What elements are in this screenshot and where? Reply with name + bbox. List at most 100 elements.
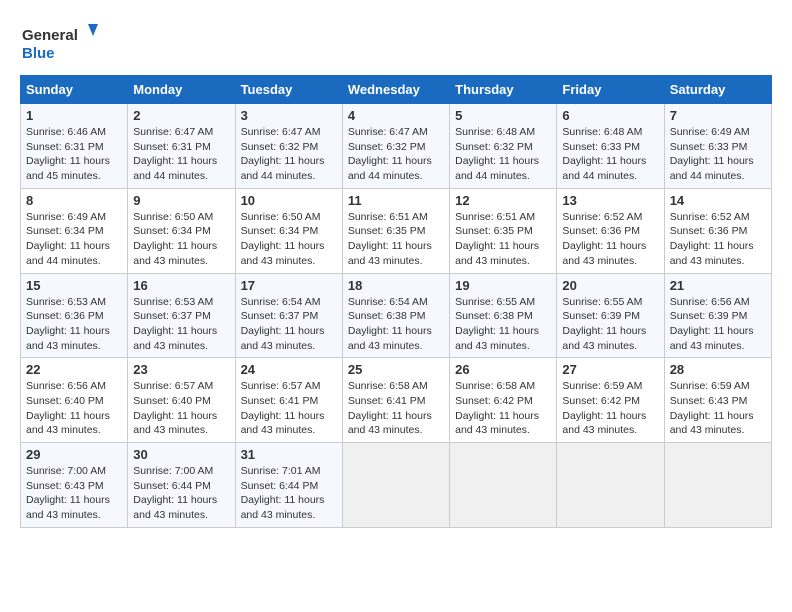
calendar-cell: 4 Sunrise: 6:47 AM Sunset: 6:32 PM Dayli… xyxy=(342,104,449,189)
sunset-label: Sunset: 6:34 PM xyxy=(241,225,319,237)
day-number: 12 xyxy=(455,193,551,208)
daylight-label: Daylight: 11 hours and 43 minutes. xyxy=(133,494,217,521)
daylight-label: Daylight: 11 hours and 43 minutes. xyxy=(562,410,646,437)
calendar-cell: 6 Sunrise: 6:48 AM Sunset: 6:33 PM Dayli… xyxy=(557,104,664,189)
day-info: Sunrise: 6:48 AM Sunset: 6:33 PM Dayligh… xyxy=(562,125,658,184)
sunset-label: Sunset: 6:35 PM xyxy=(348,225,426,237)
day-number: 3 xyxy=(241,108,337,123)
calendar-cell: 26 Sunrise: 6:58 AM Sunset: 6:42 PM Dayl… xyxy=(450,358,557,443)
daylight-label: Daylight: 11 hours and 44 minutes. xyxy=(26,240,110,267)
calendar-cell: 16 Sunrise: 6:53 AM Sunset: 6:37 PM Dayl… xyxy=(128,273,235,358)
day-info: Sunrise: 6:54 AM Sunset: 6:37 PM Dayligh… xyxy=(241,295,337,354)
daylight-label: Daylight: 11 hours and 44 minutes. xyxy=(455,155,539,182)
logo: General Blue xyxy=(20,20,100,65)
sunset-label: Sunset: 6:34 PM xyxy=(133,225,211,237)
calendar-cell: 31 Sunrise: 7:01 AM Sunset: 6:44 PM Dayl… xyxy=(235,443,342,528)
calendar-cell: 30 Sunrise: 7:00 AM Sunset: 6:44 PM Dayl… xyxy=(128,443,235,528)
day-number: 15 xyxy=(26,278,122,293)
day-info: Sunrise: 6:51 AM Sunset: 6:35 PM Dayligh… xyxy=(348,210,444,269)
day-number: 9 xyxy=(133,193,229,208)
day-number: 22 xyxy=(26,362,122,377)
sunrise-label: Sunrise: 6:53 AM xyxy=(133,296,213,308)
day-info: Sunrise: 6:51 AM Sunset: 6:35 PM Dayligh… xyxy=(455,210,551,269)
col-header-tuesday: Tuesday xyxy=(235,76,342,104)
day-number: 29 xyxy=(26,447,122,462)
calendar-cell xyxy=(557,443,664,528)
calendar-cell: 24 Sunrise: 6:57 AM Sunset: 6:41 PM Dayl… xyxy=(235,358,342,443)
sunrise-label: Sunrise: 6:55 AM xyxy=(455,296,535,308)
calendar-cell: 17 Sunrise: 6:54 AM Sunset: 6:37 PM Dayl… xyxy=(235,273,342,358)
day-info: Sunrise: 6:47 AM Sunset: 6:32 PM Dayligh… xyxy=(241,125,337,184)
daylight-label: Daylight: 11 hours and 43 minutes. xyxy=(348,410,432,437)
sunrise-label: Sunrise: 6:48 AM xyxy=(455,126,535,138)
calendar-cell: 23 Sunrise: 6:57 AM Sunset: 6:40 PM Dayl… xyxy=(128,358,235,443)
calendar-cell: 2 Sunrise: 6:47 AM Sunset: 6:31 PM Dayli… xyxy=(128,104,235,189)
calendar-cell: 28 Sunrise: 6:59 AM Sunset: 6:43 PM Dayl… xyxy=(664,358,771,443)
daylight-label: Daylight: 11 hours and 43 minutes. xyxy=(455,325,539,352)
day-info: Sunrise: 6:48 AM Sunset: 6:32 PM Dayligh… xyxy=(455,125,551,184)
sunrise-label: Sunrise: 6:54 AM xyxy=(241,296,321,308)
sunrise-label: Sunrise: 6:54 AM xyxy=(348,296,428,308)
day-info: Sunrise: 6:49 AM Sunset: 6:34 PM Dayligh… xyxy=(26,210,122,269)
sunset-label: Sunset: 6:32 PM xyxy=(348,141,426,153)
col-header-wednesday: Wednesday xyxy=(342,76,449,104)
day-info: Sunrise: 6:53 AM Sunset: 6:37 PM Dayligh… xyxy=(133,295,229,354)
day-number: 14 xyxy=(670,193,766,208)
sunrise-label: Sunrise: 6:47 AM xyxy=(348,126,428,138)
daylight-label: Daylight: 11 hours and 44 minutes. xyxy=(670,155,754,182)
daylight-label: Daylight: 11 hours and 43 minutes. xyxy=(348,240,432,267)
daylight-label: Daylight: 11 hours and 43 minutes. xyxy=(455,410,539,437)
col-header-saturday: Saturday xyxy=(664,76,771,104)
day-number: 1 xyxy=(26,108,122,123)
daylight-label: Daylight: 11 hours and 43 minutes. xyxy=(241,494,325,521)
sunrise-label: Sunrise: 6:51 AM xyxy=(348,211,428,223)
sunrise-label: Sunrise: 6:57 AM xyxy=(133,380,213,392)
daylight-label: Daylight: 11 hours and 43 minutes. xyxy=(133,240,217,267)
day-info: Sunrise: 6:56 AM Sunset: 6:39 PM Dayligh… xyxy=(670,295,766,354)
calendar-cell: 3 Sunrise: 6:47 AM Sunset: 6:32 PM Dayli… xyxy=(235,104,342,189)
sunset-label: Sunset: 6:43 PM xyxy=(670,395,748,407)
day-info: Sunrise: 6:53 AM Sunset: 6:36 PM Dayligh… xyxy=(26,295,122,354)
sunset-label: Sunset: 6:35 PM xyxy=(455,225,533,237)
col-header-friday: Friday xyxy=(557,76,664,104)
sunset-label: Sunset: 6:36 PM xyxy=(562,225,640,237)
day-info: Sunrise: 6:47 AM Sunset: 6:31 PM Dayligh… xyxy=(133,125,229,184)
day-info: Sunrise: 7:00 AM Sunset: 6:44 PM Dayligh… xyxy=(133,464,229,523)
daylight-label: Daylight: 11 hours and 43 minutes. xyxy=(241,240,325,267)
sunrise-label: Sunrise: 7:00 AM xyxy=(26,465,106,477)
sunrise-label: Sunrise: 6:50 AM xyxy=(241,211,321,223)
calendar-cell: 19 Sunrise: 6:55 AM Sunset: 6:38 PM Dayl… xyxy=(450,273,557,358)
logo-svg: General Blue xyxy=(20,20,100,65)
col-header-monday: Monday xyxy=(128,76,235,104)
sunset-label: Sunset: 6:34 PM xyxy=(26,225,104,237)
sunset-label: Sunset: 6:39 PM xyxy=(562,310,640,322)
sunset-label: Sunset: 6:31 PM xyxy=(26,141,104,153)
calendar-table: SundayMondayTuesdayWednesdayThursdayFrid… xyxy=(20,75,772,528)
sunrise-label: Sunrise: 6:59 AM xyxy=(562,380,642,392)
calendar-cell: 29 Sunrise: 7:00 AM Sunset: 6:43 PM Dayl… xyxy=(21,443,128,528)
daylight-label: Daylight: 11 hours and 43 minutes. xyxy=(562,240,646,267)
day-number: 4 xyxy=(348,108,444,123)
sunset-label: Sunset: 6:37 PM xyxy=(133,310,211,322)
sunrise-label: Sunrise: 6:55 AM xyxy=(562,296,642,308)
calendar-cell: 15 Sunrise: 6:53 AM Sunset: 6:36 PM Dayl… xyxy=(21,273,128,358)
sunset-label: Sunset: 6:42 PM xyxy=(455,395,533,407)
day-info: Sunrise: 6:56 AM Sunset: 6:40 PM Dayligh… xyxy=(26,379,122,438)
sunset-label: Sunset: 6:42 PM xyxy=(562,395,640,407)
day-number: 6 xyxy=(562,108,658,123)
sunrise-label: Sunrise: 6:52 AM xyxy=(562,211,642,223)
calendar-cell: 7 Sunrise: 6:49 AM Sunset: 6:33 PM Dayli… xyxy=(664,104,771,189)
day-info: Sunrise: 7:00 AM Sunset: 6:43 PM Dayligh… xyxy=(26,464,122,523)
sunrise-label: Sunrise: 6:56 AM xyxy=(26,380,106,392)
calendar-cell: 11 Sunrise: 6:51 AM Sunset: 6:35 PM Dayl… xyxy=(342,188,449,273)
sunset-label: Sunset: 6:44 PM xyxy=(241,480,319,492)
day-number: 25 xyxy=(348,362,444,377)
sunset-label: Sunset: 6:43 PM xyxy=(26,480,104,492)
calendar-cell xyxy=(450,443,557,528)
day-info: Sunrise: 6:55 AM Sunset: 6:38 PM Dayligh… xyxy=(455,295,551,354)
sunrise-label: Sunrise: 6:50 AM xyxy=(133,211,213,223)
sunset-label: Sunset: 6:33 PM xyxy=(562,141,640,153)
day-number: 13 xyxy=(562,193,658,208)
sunrise-label: Sunrise: 6:49 AM xyxy=(670,126,750,138)
day-number: 28 xyxy=(670,362,766,377)
